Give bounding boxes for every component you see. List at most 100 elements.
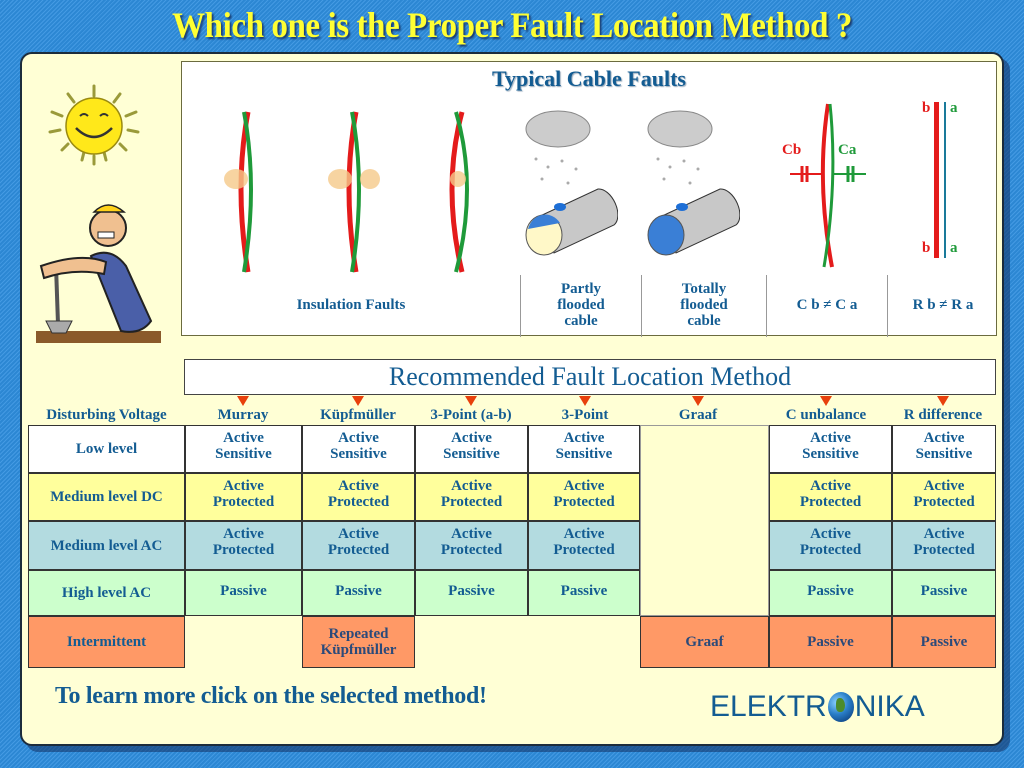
method-cell-text: Graaf <box>685 634 724 650</box>
method-cell[interactable]: Active Protected <box>302 521 415 570</box>
method-arrow-icon <box>352 396 364 406</box>
row-label: High level AC <box>28 570 185 616</box>
method-cell[interactable]: Active Protected <box>769 473 892 521</box>
method-cell-text: Protected <box>440 542 503 558</box>
cb-label: Cb <box>782 142 802 158</box>
method-cell-text: Active <box>338 430 379 446</box>
page-title: Which one is the Proper Fault Location M… <box>171 5 853 45</box>
method-cell-text: Sensitive <box>915 446 973 462</box>
method-cell-text: Active <box>338 526 379 542</box>
method-arrow-icon <box>465 396 477 406</box>
method-cell-text: Passive <box>220 583 267 599</box>
method-cell[interactable]: Active Sensitive <box>892 425 996 473</box>
totally-flooded-label: Totally flooded cable <box>642 275 766 335</box>
method-cell-text: Protected <box>913 542 975 558</box>
method-cell[interactable]: Active Sensitive <box>185 425 302 473</box>
method-cell[interactable]: Passive <box>892 616 996 668</box>
c-unbalance-label: C b ≠ C a <box>796 297 858 313</box>
method-cell-text: Active <box>923 478 965 494</box>
method-cell-text: Passive <box>448 583 495 599</box>
logo-text-right: NIKA <box>854 690 925 723</box>
ca-label: Ca <box>838 142 857 158</box>
method-cell-text: Sensitive <box>443 446 500 462</box>
method-cell[interactable]: Active Sensitive <box>769 425 892 473</box>
wire-b <box>934 102 939 258</box>
method-cell-text: Protected <box>212 494 275 510</box>
partly-flooded-cable-icon <box>525 110 618 256</box>
method-cell[interactable]: Active Protected <box>415 521 528 570</box>
method-header-3-point[interactable]: 3-Point <box>525 407 645 424</box>
method-cell-text: Protected <box>327 542 390 558</box>
totally-flooded-cable-icon <box>647 110 740 256</box>
method-cell-text: Sensitive <box>215 446 272 462</box>
method-cell[interactable]: Active Protected <box>528 521 640 570</box>
method-cell-text: Active <box>223 526 264 542</box>
method-cell[interactable]: Active Protected <box>415 473 528 521</box>
method-cell-text: Active <box>563 430 605 446</box>
method-cell[interactable]: Active Protected <box>185 521 302 570</box>
sun-icon <box>48 84 140 166</box>
method-header-murray[interactable]: Murray <box>183 407 303 424</box>
method-cell-text: Active <box>923 526 965 542</box>
method-cell[interactable]: Passive <box>185 570 302 616</box>
method-header-3-point-a-b-[interactable]: 3-Point (a-b) <box>411 407 531 424</box>
method-cell[interactable]: Passive <box>769 616 892 668</box>
method-cell[interactable]: Passive <box>415 570 528 616</box>
row-label: Low level <box>28 425 185 473</box>
method-cell-text: Protected <box>212 542 275 558</box>
method-cell-text: Sensitive <box>802 446 859 462</box>
method-cell[interactable]: Active Sensitive <box>528 425 640 473</box>
method-header-r-difference[interactable]: R difference <box>883 407 1003 424</box>
method-cell[interactable]: Active Protected <box>769 521 892 570</box>
partly-flooded-label: Partly flooded cable <box>521 275 641 335</box>
method-cell-text: Active <box>563 478 605 494</box>
method-cell[interactable]: Graaf <box>640 616 769 668</box>
method-header-c-unbalance[interactable]: C unbalance <box>766 407 886 424</box>
method-cell-text: Küpfmüller <box>320 642 397 658</box>
method-cell[interactable]: Passive <box>769 570 892 616</box>
method-arrow-icon <box>692 396 704 406</box>
method-cell-text: Protected <box>799 542 862 558</box>
method-header-k-pfm-ller[interactable]: Küpfmüller <box>298 407 418 424</box>
method-cell[interactable]: Active Protected <box>892 473 996 521</box>
method-cell[interactable]: Repeated Küpfmüller <box>302 616 415 668</box>
r-difference-label: R b ≠ R a <box>912 297 974 313</box>
recommended-method-title: Recommended Fault Location Method <box>184 359 996 395</box>
label-line: Totally <box>681 281 727 297</box>
label-line: cable <box>687 313 721 329</box>
method-arrow-icon <box>937 396 949 406</box>
method-cell-text: Active <box>923 430 965 446</box>
method-cell-text: Passive <box>807 583 854 599</box>
method-cell-text: Passive <box>920 583 968 599</box>
worker-illustration-icon <box>36 204 161 343</box>
method-cell-text: Active <box>451 478 492 494</box>
method-cell[interactable]: Active Sensitive <box>415 425 528 473</box>
method-cell-text: Active <box>223 478 264 494</box>
method-cell[interactable]: Passive <box>528 570 640 616</box>
row-label: Intermittent <box>28 616 185 668</box>
method-cell[interactable]: Active Protected <box>302 473 415 521</box>
method-cell[interactable]: Active Protected <box>892 521 996 570</box>
method-cell-text: Active <box>223 430 264 446</box>
insulation-fault-1-icon <box>224 111 253 273</box>
row-label: Medium level DC <box>28 473 185 521</box>
method-cell[interactable]: Passive <box>892 570 996 616</box>
method-cell-text: Active <box>563 526 605 542</box>
method-cell[interactable]: Active Protected <box>185 473 302 521</box>
method-cell-text: Protected <box>913 494 975 510</box>
disturbing-voltage-header: Disturbing Voltage <box>46 407 167 423</box>
method-header-graaf[interactable]: Graaf <box>638 407 758 424</box>
learn-more-hint: To learn more click on the selected meth… <box>55 683 487 709</box>
method-cell-text: Repeated <box>328 626 389 642</box>
method-arrow-icon <box>820 396 832 406</box>
method-cell-text: Active <box>451 430 492 446</box>
method-cell-text: Active <box>338 478 379 494</box>
method-cell-text: Sensitive <box>330 446 387 462</box>
method-cell-text: Active <box>810 430 851 446</box>
typical-cable-faults-title: Typical Cable Faults <box>492 66 686 91</box>
method-cell[interactable]: Active Protected <box>528 473 640 521</box>
graaf-empty-cell <box>640 425 769 616</box>
method-cell-text: Active <box>451 526 492 542</box>
method-cell[interactable]: Passive <box>302 570 415 616</box>
method-cell[interactable]: Active Sensitive <box>302 425 415 473</box>
